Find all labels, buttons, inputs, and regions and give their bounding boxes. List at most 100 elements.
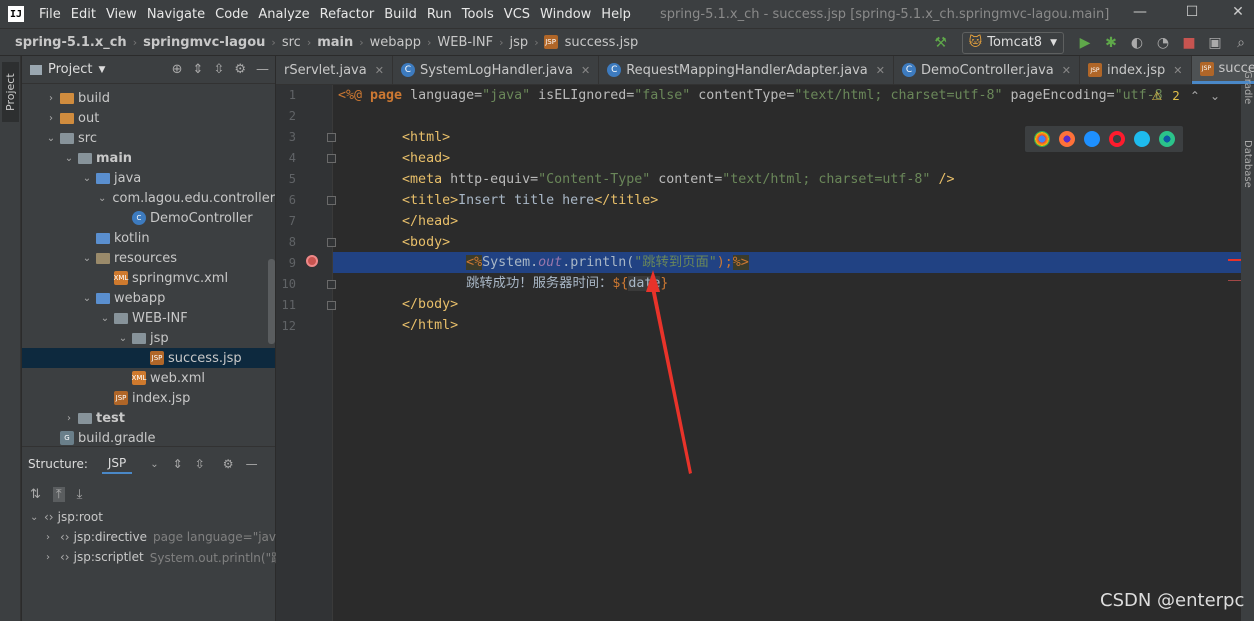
- close-tab-icon[interactable]: ✕: [1062, 64, 1071, 77]
- expand-all-icon[interactable]: ⇕: [173, 457, 183, 471]
- menu-navigate[interactable]: Navigate: [142, 7, 210, 22]
- close-tab-icon[interactable]: ✕: [876, 64, 885, 77]
- gradle-tool-button[interactable]: Gradle: [1242, 71, 1253, 104]
- hide-icon[interactable]: —: [246, 457, 258, 471]
- database-tool-button[interactable]: Database: [1242, 140, 1253, 188]
- tree-item-build-gradle[interactable]: Gbuild.gradle: [22, 428, 275, 446]
- expand-arrow-icon[interactable]: ›: [44, 93, 58, 104]
- tree-item-out[interactable]: › out: [22, 108, 275, 128]
- profile-icon[interactable]: ◔: [1152, 34, 1174, 52]
- menu-refactor[interactable]: Refactor: [315, 7, 380, 22]
- build-hammer-icon[interactable]: ⚒: [930, 34, 952, 52]
- menu-view[interactable]: View: [101, 7, 142, 22]
- edge-icon[interactable]: [1158, 131, 1175, 147]
- project-tool-button[interactable]: Project: [2, 62, 19, 122]
- tree-item-springmvc-xml[interactable]: XML springmvc.xml: [22, 268, 275, 288]
- expand-arrow-icon[interactable]: ›: [46, 552, 60, 563]
- menu-run[interactable]: Run: [422, 7, 457, 22]
- close-window-icon[interactable]: ✕: [1228, 4, 1248, 24]
- tree-item-jsp[interactable]: ⌄ jsp: [22, 328, 275, 348]
- tree-item-main[interactable]: ⌄ main: [22, 148, 275, 168]
- tree-item-test[interactable]: › test: [22, 408, 275, 428]
- breadcrumb-src[interactable]: src: [279, 35, 304, 50]
- tree-item-webapp[interactable]: ⌄ webapp: [22, 288, 275, 308]
- menu-help[interactable]: Help: [596, 7, 636, 22]
- fold-marker-icon[interactable]: [327, 154, 336, 163]
- editor-tab-systemloghandler-java[interactable]: C SystemLogHandler.java ✕: [393, 56, 600, 84]
- editor-tab-rservlet-java[interactable]: rServlet.java ✕: [276, 56, 393, 84]
- tree-item-java[interactable]: ⌄ java: [22, 168, 275, 188]
- expand-arrow-icon[interactable]: ⌄: [98, 193, 106, 204]
- tree-item-kotlin[interactable]: kotlin: [22, 228, 275, 248]
- chevron-up-icon[interactable]: ⌃: [1190, 89, 1200, 103]
- structure-tab-jsp[interactable]: JSP: [101, 454, 133, 474]
- stop-icon[interactable]: ■: [1178, 34, 1200, 52]
- maximize-icon[interactable]: ☐: [1182, 4, 1202, 24]
- expand-arrow-icon[interactable]: ⌄: [62, 153, 76, 164]
- expand-arrow-icon[interactable]: ⌄: [80, 173, 94, 184]
- navigate-from-source-icon[interactable]: ⤒: [52, 486, 65, 502]
- tree-item-src[interactable]: ⌄ src: [22, 128, 275, 148]
- menu-file[interactable]: File: [34, 7, 66, 22]
- error-stripe-mark[interactable]: [1228, 280, 1241, 281]
- project-panel-title[interactable]: Project: [48, 62, 92, 77]
- fold-marker-icon[interactable]: [327, 196, 336, 205]
- tree-item-democontroller[interactable]: C DemoController: [22, 208, 275, 228]
- fold-marker-icon[interactable]: [327, 238, 336, 247]
- menu-tools[interactable]: Tools: [457, 7, 499, 22]
- internet-explorer-icon[interactable]: [1133, 131, 1150, 147]
- structure-node[interactable]: › ‹› jsp:directive page language="jav: [46, 527, 276, 547]
- expand-all-icon[interactable]: ⇕: [193, 62, 204, 77]
- inspection-widget[interactable]: ⚠ 2 ⌃ ⌄: [1151, 89, 1220, 103]
- breadcrumb-file[interactable]: success.jsp: [562, 35, 642, 50]
- tree-item-com-lagou-edu-controller[interactable]: ⌄ com.lagou.edu.controller: [22, 188, 275, 208]
- menu-vcs[interactable]: VCS: [499, 7, 535, 22]
- project-scrollbar[interactable]: [268, 259, 275, 344]
- editor-tab-index-jsp[interactable]: JSP index.jsp ✕: [1080, 56, 1192, 84]
- hide-icon[interactable]: —: [256, 62, 269, 77]
- debug-icon[interactable]: ✱: [1100, 34, 1122, 52]
- expand-arrow-icon[interactable]: ⌄: [80, 253, 94, 264]
- editor-tab-requestmappinghandleradapter-java[interactable]: C RequestMappingHandlerAdapter.java ✕: [599, 56, 894, 84]
- tree-item-build[interactable]: › build: [22, 88, 275, 108]
- opera-icon[interactable]: [1108, 131, 1125, 147]
- fold-marker-icon[interactable]: [327, 133, 336, 142]
- minimize-icon[interactable]: —: [1130, 4, 1150, 24]
- code-editor[interactable]: 1 2 3 4 5 6 7 8 9 10 11 12 <%@ page language="java"…: [276, 85, 1254, 621]
- tree-item-web-xml[interactable]: XML web.xml: [22, 368, 275, 388]
- menu-analyze[interactable]: Analyze: [253, 7, 314, 22]
- collapse-all-icon[interactable]: ⇳: [213, 62, 224, 77]
- menu-build[interactable]: Build: [379, 7, 422, 22]
- navigate-to-source-icon[interactable]: ⤓: [77, 487, 83, 502]
- error-stripe-mark[interactable]: [1228, 259, 1241, 261]
- chevron-down-icon[interactable]: ▼: [98, 65, 105, 75]
- tree-item-web-inf[interactable]: ⌄ WEB-INF: [22, 308, 275, 328]
- expand-arrow-icon[interactable]: ⌄: [98, 313, 112, 324]
- chrome-icon[interactable]: [1033, 131, 1050, 147]
- structure-node[interactable]: › ‹› jsp:scriptlet System.out.println("跳: [46, 547, 283, 567]
- expand-arrow-icon[interactable]: ›: [46, 532, 60, 543]
- fold-marker-icon[interactable]: [327, 301, 336, 310]
- expand-arrow-icon[interactable]: ⌄: [44, 133, 58, 144]
- breadcrumb-project[interactable]: spring-5.1.x_ch: [12, 35, 130, 50]
- menu-edit[interactable]: Edit: [66, 7, 101, 22]
- breadcrumb-main[interactable]: main: [314, 35, 356, 50]
- expand-arrow-icon[interactable]: ›: [62, 413, 76, 424]
- expand-arrow-icon[interactable]: ⌄: [80, 293, 94, 304]
- safari-icon[interactable]: [1083, 131, 1100, 147]
- breadcrumb-webapp[interactable]: webapp: [367, 35, 424, 50]
- breakpoint-icon[interactable]: [306, 255, 318, 267]
- locate-icon[interactable]: ⊕: [172, 62, 183, 77]
- gear-icon[interactable]: ⚙: [223, 457, 234, 471]
- expand-arrow-icon[interactable]: ›: [44, 113, 58, 124]
- project-structure-icon[interactable]: ▣: [1204, 34, 1226, 52]
- menu-code[interactable]: Code: [210, 7, 253, 22]
- close-tab-icon[interactable]: ✕: [581, 64, 590, 77]
- run-configuration-select[interactable]: 🐱 Tomcat8 ▼: [961, 31, 1064, 54]
- fold-marker-icon[interactable]: [327, 280, 336, 289]
- breadcrumb-module[interactable]: springmvc-lagou: [140, 35, 268, 50]
- chevron-down-icon[interactable]: ⌄: [150, 459, 158, 470]
- coverage-icon[interactable]: ◐: [1126, 34, 1148, 52]
- gear-icon[interactable]: ⚙: [234, 62, 246, 77]
- collapse-all-icon[interactable]: ⇳: [195, 457, 205, 471]
